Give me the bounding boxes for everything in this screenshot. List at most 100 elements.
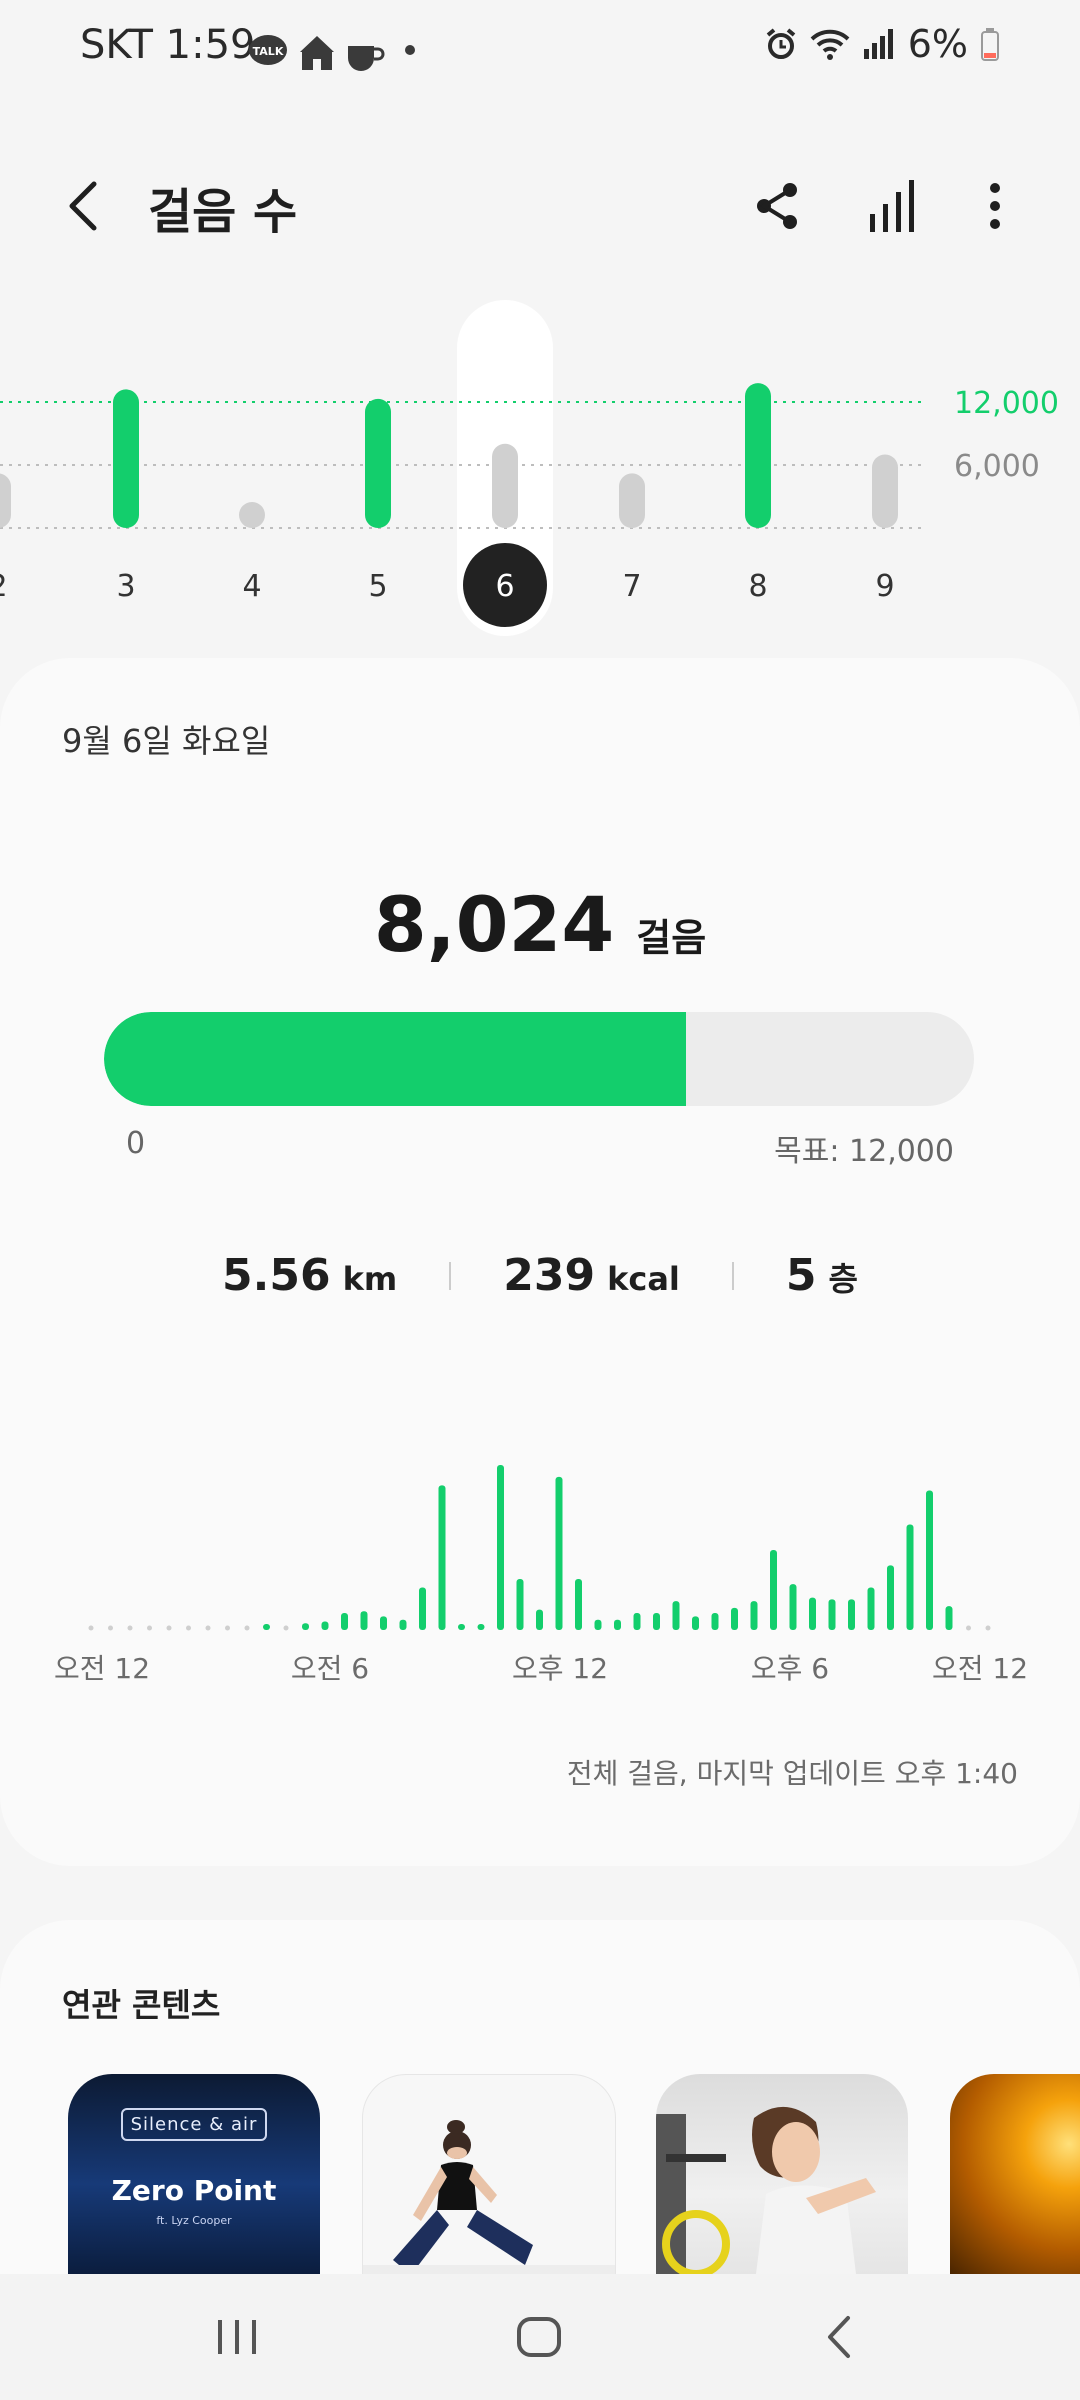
hourly-bar: [419, 1587, 426, 1630]
wifi-icon: [810, 29, 850, 60]
hourly-bar: [536, 1609, 543, 1630]
day-bar[interactable]: [745, 383, 771, 528]
daily-steps-strip: 12,000 6,000 2 3 4 5 6 7 8 9: [0, 300, 1059, 636]
hourly-bar: [302, 1623, 309, 1630]
thumb-brand-label: Silence & air: [68, 2108, 320, 2141]
goal-progress-bar: [104, 1012, 974, 1106]
hourly-steps-chart[interactable]: 오전 12 오전 6 오후 12 오후 6 오전 12: [0, 1420, 1080, 1720]
goal-progress-fill: [104, 1012, 686, 1106]
recent-apps-icon[interactable]: [214, 2314, 260, 2360]
hourly-empty-dot: [205, 1625, 211, 1631]
hourly-bar: [575, 1578, 582, 1630]
steps-unit: 걸음: [636, 916, 707, 960]
day-bar[interactable]: [619, 473, 645, 528]
gym-photo: [656, 2106, 876, 2274]
hourly-bar: [926, 1490, 933, 1630]
hourly-bar: [770, 1550, 777, 1630]
day-label[interactable]: 3: [116, 569, 135, 604]
related-item-sunset[interactable]: [950, 2074, 1080, 2274]
hourly-empty-dot: [966, 1625, 971, 1631]
calories-value: 239: [503, 1250, 596, 1301]
steps-total: 8,024 걸음: [0, 880, 1080, 969]
workout-photo: [363, 2120, 615, 2275]
kakaotalk-icon: TALK: [249, 35, 287, 65]
hourly-empty-dot: [108, 1625, 113, 1631]
hourly-bar: [497, 1465, 504, 1630]
hourly-bar: [399, 1619, 407, 1630]
hourly-bar: [477, 1624, 485, 1630]
back-icon[interactable]: [820, 2314, 860, 2360]
hourly-bar: [360, 1611, 368, 1630]
hourly-tick-label: 오전 12: [54, 1652, 150, 1685]
hourly-bar: [614, 1619, 621, 1630]
back-arrow-icon[interactable]: [60, 176, 108, 236]
more-vert-icon[interactable]: [980, 180, 1010, 232]
stat-divider: [731, 1261, 734, 1290]
share-icon[interactable]: [754, 180, 802, 232]
mid-line-label: 6,000: [954, 449, 1040, 484]
hourly-bar: [750, 1601, 758, 1630]
progress-min-label: 0: [126, 1126, 146, 1161]
day-label[interactable]: 4: [242, 569, 261, 604]
status-time: SKT 1:59: [80, 22, 256, 68]
progress-goal-label: 목표: 12,000: [774, 1134, 954, 1169]
hourly-bar: [692, 1616, 699, 1630]
home-icon[interactable]: [514, 2314, 564, 2360]
last-updated-label: 전체 걸음, 마지막 업데이트 오후 1:40: [566, 1757, 1018, 1790]
related-item-zero-point[interactable]: Silence & air Zero Point ft. Lyz Cooper: [68, 2074, 320, 2274]
hourly-bar: [848, 1599, 855, 1630]
hourly-bar: [809, 1597, 816, 1630]
hourly-bar: [263, 1624, 270, 1630]
hourly-bar: [594, 1619, 602, 1630]
hourly-bar: [945, 1606, 953, 1630]
more-notifications-dot: [405, 45, 415, 55]
day-bar[interactable]: [365, 398, 391, 528]
related-item-stretching-workout[interactable]: [362, 2074, 616, 2276]
day-bar[interactable]: [0, 473, 11, 528]
day-bar[interactable]: [113, 389, 139, 528]
hourly-bar: [341, 1612, 348, 1630]
day-label[interactable]: 9: [875, 569, 894, 604]
stat-divider: [449, 1261, 452, 1290]
floors-value: 5: [785, 1250, 817, 1301]
hourly-bar: [516, 1578, 524, 1630]
hourly-bar: [321, 1621, 329, 1630]
related-content-title: 연관 콘텐츠: [62, 1986, 221, 2024]
hourly-empty-dot: [283, 1625, 289, 1631]
hourly-bar: [711, 1612, 719, 1630]
day-label[interactable]: 2: [0, 569, 8, 604]
day-bar[interactable]: [872, 454, 898, 529]
alarm-icon: [766, 28, 795, 59]
thumb-title: Zero Point: [111, 2174, 277, 2207]
status-bar: SKT 1:59 TALK 6%: [0, 0, 1080, 100]
village-icon: [300, 36, 334, 70]
day-label[interactable]: 8: [748, 569, 767, 604]
day-bar[interactable]: [492, 443, 518, 528]
bar-chart-icon[interactable]: [866, 178, 918, 234]
hourly-bar: [555, 1476, 563, 1630]
hourly-tick-label: 오후 12: [512, 1652, 608, 1685]
hourly-tick-label: 오전 12: [932, 1652, 1028, 1685]
hourly-bar: [458, 1624, 465, 1630]
day-label[interactable]: 7: [622, 569, 641, 604]
distance-unit: km: [342, 1260, 398, 1298]
hourly-bar: [887, 1565, 894, 1630]
hourly-bar: [672, 1601, 680, 1630]
hourly-empty-dot: [147, 1625, 152, 1631]
hourly-empty-dot: [225, 1625, 230, 1631]
floors-stat: 5 층: [786, 1250, 858, 1301]
day-bar[interactable]: [239, 502, 265, 528]
hourly-bar: [438, 1485, 446, 1630]
day-label[interactable]: 6: [495, 569, 514, 604]
thumb-subtitle: ft. Lyz Cooper: [156, 2214, 232, 2227]
steps-value: 8,024: [373, 880, 615, 969]
hourly-empty-dot: [186, 1625, 191, 1631]
day-label[interactable]: 5: [368, 569, 387, 604]
signal-icon: [863, 29, 893, 59]
status-right: 6%: [764, 22, 1000, 66]
calories-unit: kcal: [607, 1260, 680, 1298]
related-item-gym-stretch[interactable]: [656, 2074, 908, 2274]
hourly-bar: [867, 1587, 875, 1630]
notification-icons: TALK: [249, 35, 415, 71]
distance-stat: 5.56 km: [222, 1250, 397, 1301]
